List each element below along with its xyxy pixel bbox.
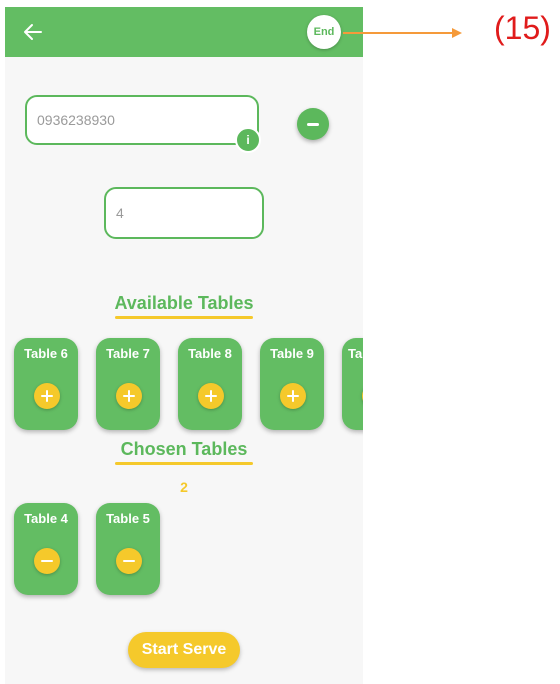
guest-count-input[interactable] <box>116 189 241 237</box>
table-label: Table 5 <box>106 511 150 526</box>
guest-count-field[interactable] <box>104 187 264 239</box>
available-table-card[interactable]: Table 9 <box>260 338 324 430</box>
add-table-icon[interactable] <box>362 383 363 409</box>
chosen-table-card[interactable]: Table 4 <box>14 503 78 595</box>
back-arrow-icon[interactable] <box>21 20 45 44</box>
app-screen: End i Available Tables Table 6 Table 7 T… <box>5 7 363 684</box>
app-bar: End <box>5 7 363 57</box>
table-label: Table 7 <box>106 346 150 361</box>
info-icon[interactable]: i <box>235 127 261 153</box>
add-table-icon[interactable] <box>280 383 306 409</box>
callout-line <box>343 32 455 34</box>
table-label: Table 6 <box>24 346 68 361</box>
table-label: Ta <box>348 346 363 361</box>
remove-phone-button[interactable] <box>297 108 329 140</box>
phone-number-field[interactable]: i <box>25 95 261 153</box>
table-label: Table 9 <box>270 346 314 361</box>
available-table-card[interactable]: Table 8 <box>178 338 242 430</box>
table-label: Table 8 <box>188 346 232 361</box>
remove-table-icon[interactable] <box>116 548 142 574</box>
chosen-tables-title: Chosen Tables <box>120 439 248 459</box>
start-serve-button[interactable]: Start Serve <box>128 632 240 668</box>
add-table-icon[interactable] <box>116 383 142 409</box>
chosen-table-card[interactable]: Table 5 <box>96 503 160 595</box>
available-tables-title: Available Tables <box>114 293 254 313</box>
available-table-card[interactable]: Table 6 <box>14 338 78 430</box>
add-table-icon[interactable] <box>198 383 224 409</box>
available-tables-underline <box>115 316 253 319</box>
table-label: Table 4 <box>24 511 68 526</box>
remove-table-icon[interactable] <box>34 548 60 574</box>
available-table-card[interactable]: Table 7 <box>96 338 160 430</box>
phone-number-input[interactable] <box>37 97 221 143</box>
add-table-icon[interactable] <box>34 383 60 409</box>
callout-label: (15) <box>494 10 551 46</box>
callout-arrow-icon <box>452 28 462 38</box>
end-button[interactable]: End <box>307 15 341 49</box>
available-table-card[interactable]: Ta <box>342 338 363 430</box>
chosen-tables-underline <box>115 462 253 465</box>
chosen-count: 2 <box>180 479 188 495</box>
